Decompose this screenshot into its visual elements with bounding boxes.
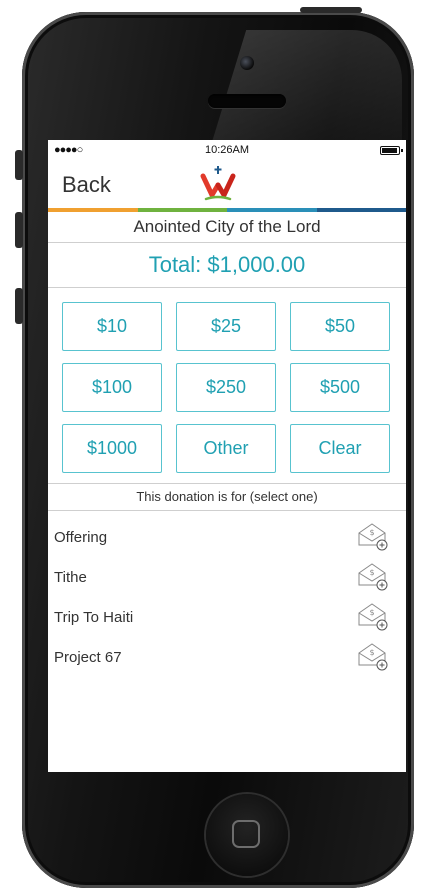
home-square-icon [232,820,260,848]
back-button[interactable]: Back [62,172,111,198]
fund-list: Offering $ Tithe $ Trip To Haiti $ Proje… [48,511,406,677]
fund-item-offering[interactable]: Offering $ [48,517,406,557]
amount-button-500[interactable]: $500 [290,363,390,412]
donation-envelope-icon[interactable]: $ [356,641,388,671]
fund-item-trip-to-haiti[interactable]: Trip To Haiti $ [48,597,406,637]
strip-segment [48,208,138,212]
svg-text:$: $ [369,528,374,537]
donation-envelope-icon[interactable]: $ [356,561,388,591]
fund-label: Offering [54,528,108,546]
church-logo-icon [200,166,236,201]
amount-button-25[interactable]: $25 [176,302,276,351]
power-button [300,7,362,13]
status-time: 10:26AM [204,144,250,156]
amount-button-10[interactable]: $10 [62,302,162,351]
svg-text:$: $ [369,648,374,657]
fund-label: Tithe [54,568,87,586]
front-camera [240,56,254,70]
amount-button-250[interactable]: $250 [176,363,276,412]
phone-glare [212,30,402,142]
amount-button-50[interactable]: $50 [290,302,390,351]
amount-button-100[interactable]: $100 [62,363,162,412]
amount-button-1000[interactable]: $1000 [62,424,162,473]
volume-down-button [15,288,23,324]
fund-item-project-67[interactable]: Project 67 $ [48,637,406,677]
battery-icon [380,145,403,155]
fund-label: Project 67 [54,648,122,666]
home-button[interactable] [206,794,288,876]
status-bar: ●●●●○ 10:26AM [48,140,406,160]
other-amount-button[interactable]: Other [176,424,276,473]
nav-bar: Back [48,160,406,208]
fund-prompt: This donation is for (select one) [48,484,406,511]
strip-segment [316,208,406,212]
church-name: Anointed City of the Lord [48,212,406,243]
earpiece-speaker [208,94,286,108]
mute-switch [15,150,23,180]
svg-text:$: $ [369,568,374,577]
app-screen: ●●●●○ 10:26AM Back Anointed City of the … [48,140,406,772]
amount-grid: $10 $25 $50 $100 $250 $500 $1000 Other C… [48,288,406,484]
fund-label: Trip To Haiti [54,608,134,626]
fund-item-tithe[interactable]: Tithe $ [48,557,406,597]
clear-button[interactable]: Clear [290,424,390,473]
volume-up-button [15,212,23,248]
donation-envelope-icon[interactable]: $ [356,521,388,551]
donation-envelope-icon[interactable]: $ [356,601,388,631]
svg-text:$: $ [369,608,374,617]
donation-total: Total: $1,000.00 [48,243,406,288]
